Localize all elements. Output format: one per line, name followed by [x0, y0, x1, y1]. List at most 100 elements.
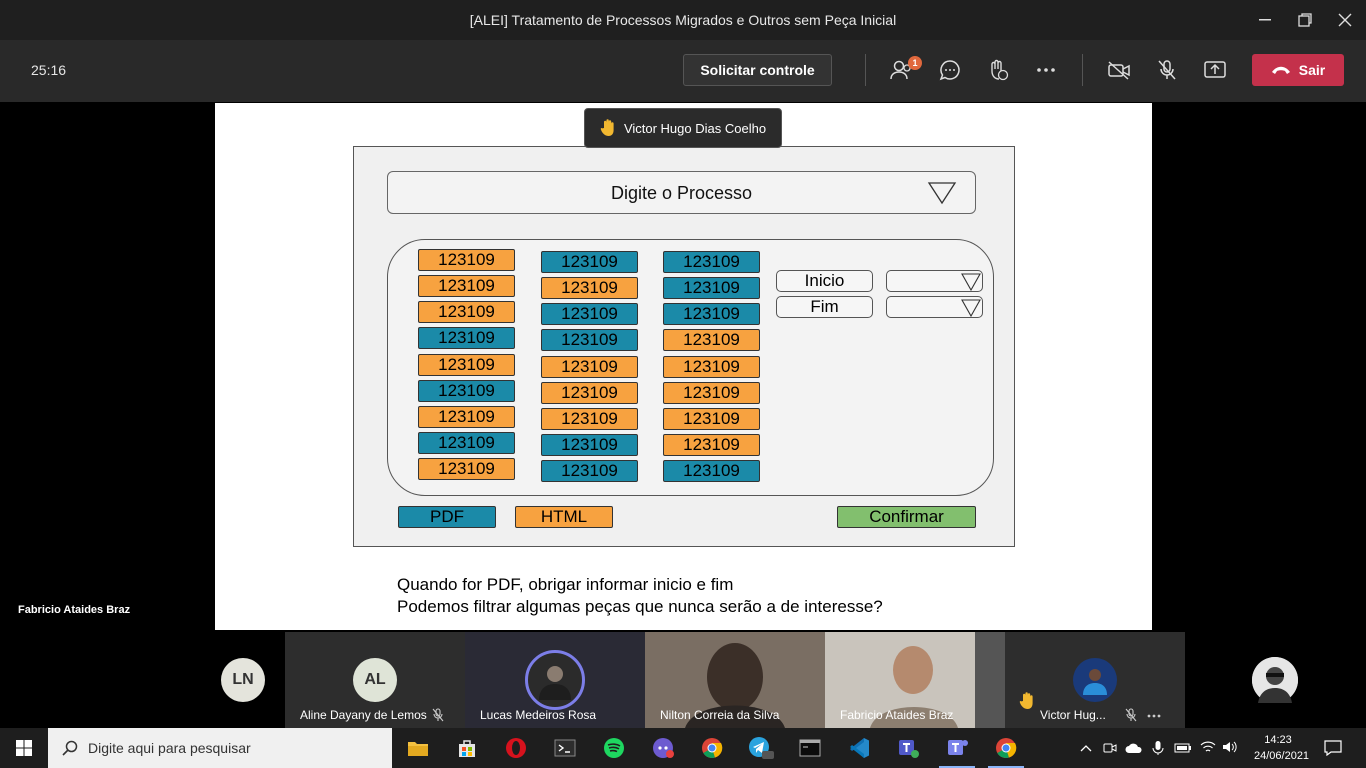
dropdown-triangle-icon	[961, 273, 981, 291]
piece-chip[interactable]: 123109	[663, 460, 760, 482]
search-placeholder: Digite aqui para pesquisar	[88, 740, 251, 756]
battery-icon[interactable]	[1174, 742, 1192, 754]
chrome-icon[interactable]	[984, 728, 1028, 768]
piece-chip[interactable]: 123109	[541, 303, 638, 325]
mic-off-icon[interactable]	[1151, 56, 1183, 84]
teams-icon[interactable]	[886, 728, 930, 768]
close-icon[interactable]	[1330, 8, 1360, 32]
opera-icon[interactable]	[494, 728, 538, 768]
camera-off-icon[interactable]	[1103, 56, 1135, 84]
clock-time: 14:23	[1264, 734, 1292, 746]
request-control-button[interactable]: Solicitar controle	[683, 54, 832, 86]
participant-tile[interactable]: AL Aline Dayany de Lemos	[285, 632, 465, 728]
participant-tile[interactable]: Victor Hug...	[1005, 632, 1185, 728]
participant-name: Aline Dayany de Lemos	[300, 708, 427, 722]
end-label: Fim	[776, 296, 873, 318]
participant-name: Nilton Correia da Silva	[660, 708, 780, 722]
piece-chip[interactable]: 123109	[541, 382, 638, 404]
piece-chip[interactable]: 123109	[418, 406, 515, 428]
teams-meeting-icon[interactable]	[935, 728, 979, 768]
piece-chip[interactable]: 123109	[663, 251, 760, 273]
microphone-icon[interactable]	[1152, 740, 1164, 756]
piece-chip[interactable]: 123109	[541, 356, 638, 378]
volume-icon[interactable]	[1222, 740, 1238, 754]
participant-tile[interactable]: Lucas Medeiros Rosa	[465, 632, 645, 728]
restore-icon[interactable]	[1290, 8, 1320, 32]
discord-icon[interactable]	[641, 728, 685, 768]
avatar	[1252, 657, 1298, 703]
chrome-icon[interactable]	[690, 728, 734, 768]
piece-chip[interactable]: 123109	[541, 460, 638, 482]
notifications-icon[interactable]	[1324, 740, 1342, 756]
piece-chip[interactable]: 123109	[418, 380, 515, 402]
console-icon[interactable]	[788, 728, 832, 768]
meet-now-icon[interactable]	[1103, 741, 1117, 755]
piece-chip[interactable]: 123109	[663, 408, 760, 430]
process-dropdown[interactable]: Digite o Processo	[387, 171, 976, 214]
person-photo-icon	[1083, 669, 1107, 695]
file-explorer-icon[interactable]	[396, 728, 440, 768]
avatar	[525, 650, 585, 710]
participant-tile[interactable]: LN	[200, 632, 285, 728]
terminal-icon[interactable]	[543, 728, 587, 768]
toolbar-divider	[1082, 54, 1083, 86]
piece-chip[interactable]: 123109	[418, 249, 515, 271]
participants-badge: 1	[908, 56, 922, 70]
participant-name: Lucas Medeiros Rosa	[480, 708, 597, 722]
piece-chip[interactable]: 123109	[418, 458, 515, 480]
chevron-up-icon[interactable]	[1080, 744, 1092, 752]
reactions-icon[interactable]	[982, 56, 1014, 84]
raised-hand-name: Victor Hugo Dias Coelho	[623, 120, 767, 136]
pdf-button[interactable]: PDF	[398, 506, 496, 528]
raised-hand-icon	[1019, 692, 1033, 709]
piece-chip[interactable]: 123109	[663, 277, 760, 299]
avatar: AL	[353, 658, 397, 702]
clock-date: 24/06/2021	[1254, 750, 1310, 762]
more-options-icon[interactable]	[1030, 56, 1062, 84]
piece-chip[interactable]: 123109	[663, 356, 760, 378]
minimize-icon[interactable]	[1250, 8, 1280, 32]
participant-name: Fabricio Ataides Braz	[840, 708, 954, 722]
participant-video[interactable]: Fabricio Ataides Braz	[825, 632, 1005, 728]
piece-chip[interactable]: 123109	[663, 434, 760, 456]
telegram-icon[interactable]	[739, 728, 783, 768]
taskbar-search[interactable]: Digite aqui para pesquisar	[48, 728, 392, 768]
window-title: [ALEI] Tratamento de Processos Migrados …	[469, 12, 897, 28]
person-photo-icon	[539, 666, 571, 700]
piece-chip[interactable]: 123109	[541, 408, 638, 430]
onedrive-icon[interactable]	[1125, 742, 1143, 754]
avatar	[1073, 658, 1117, 702]
confirm-button[interactable]: Confirmar	[837, 506, 976, 528]
participants-strip: LN AL Aline Dayany de Lemos Lucas Medeir…	[0, 632, 1366, 728]
end-select[interactable]	[886, 296, 983, 318]
store-icon[interactable]	[445, 728, 489, 768]
chat-icon[interactable]	[934, 56, 966, 84]
wifi-icon[interactable]	[1200, 740, 1216, 754]
piece-chip[interactable]: 123109	[418, 354, 515, 376]
piece-chip[interactable]: 123109	[418, 301, 515, 323]
piece-chip[interactable]: 123109	[418, 275, 515, 297]
more-options-icon[interactable]	[1147, 714, 1161, 718]
piece-chip[interactable]: 123109	[663, 303, 760, 325]
windows-start-icon[interactable]	[2, 728, 46, 768]
share-screen-icon[interactable]	[1199, 56, 1231, 84]
piece-chip[interactable]: 123109	[663, 329, 760, 351]
vscode-icon[interactable]	[837, 728, 881, 768]
piece-chip[interactable]: 123109	[541, 434, 638, 456]
leave-button[interactable]: Sair	[1252, 54, 1344, 86]
participant-name: Victor Hug...	[1040, 708, 1106, 722]
piece-chip[interactable]: 123109	[541, 277, 638, 299]
participant-video[interactable]: Nilton Correia da Silva	[645, 632, 825, 728]
piece-chip[interactable]: 123109	[541, 251, 638, 273]
system-clock[interactable]: 14:23 24/06/2021	[1254, 732, 1310, 764]
start-select[interactable]	[886, 270, 983, 292]
spotify-icon[interactable]	[592, 728, 636, 768]
mic-off-icon	[1125, 708, 1137, 722]
piece-chip[interactable]: 123109	[663, 382, 760, 404]
piece-chip[interactable]: 123109	[418, 432, 515, 454]
window-titlebar: [ALEI] Tratamento de Processos Migrados …	[0, 0, 1366, 40]
html-button[interactable]: HTML	[515, 506, 613, 528]
piece-chip[interactable]: 123109	[418, 327, 515, 349]
piece-chip[interactable]: 123109	[541, 329, 638, 351]
self-tile[interactable]	[1185, 632, 1366, 728]
